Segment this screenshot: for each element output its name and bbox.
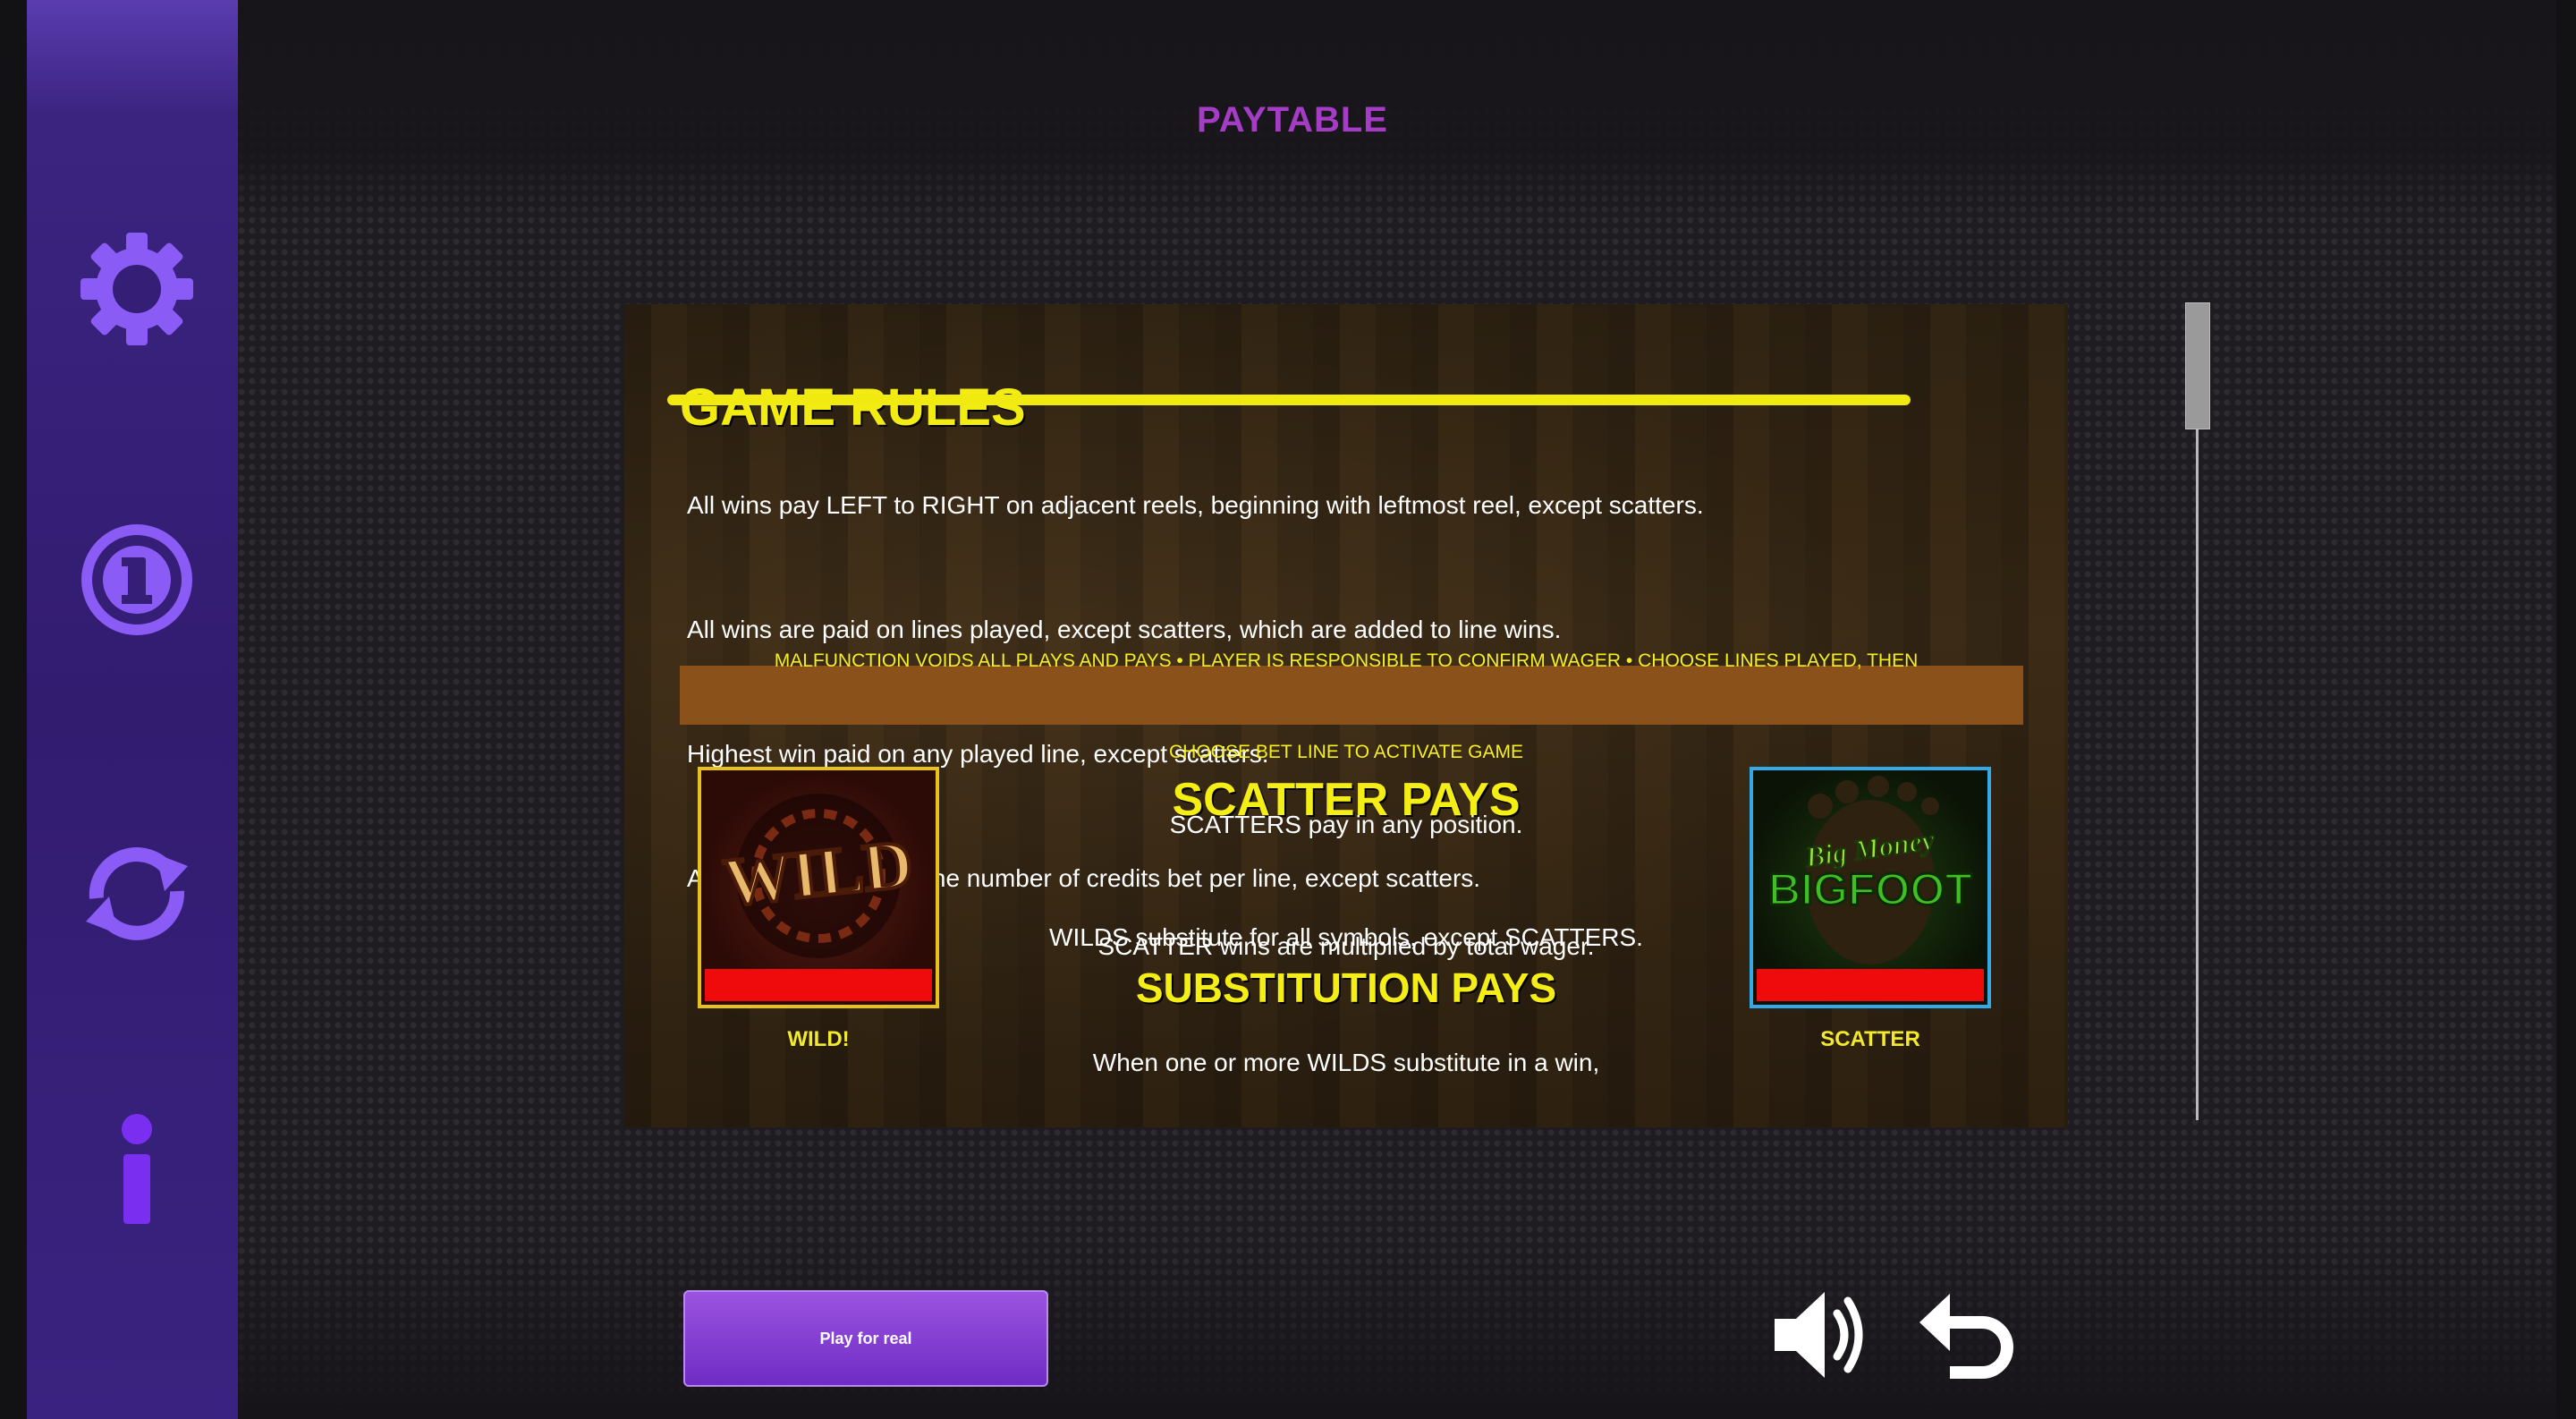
wild-label: WILD! [787,1027,850,1051]
malfunction-notice-2: CHOOSE BET LINE TO ACTIVATE GAME [1169,742,1523,762]
play-for-real-button[interactable]: Play for real [683,1290,1048,1387]
refresh-icon [86,847,188,940]
scatter-art-text-bottom: BIGFOOT [1768,864,1972,914]
scatter-symbol: Big Money BIGFOOT [1750,767,1991,1008]
refresh-button[interactable] [79,836,195,952]
malfunction-notice: MALFUNCTION VOIDS ALL PLAYS AND PAYS • P… [774,650,1919,671]
malfunction-band [680,666,2023,725]
bottom-shade [238,1244,2558,1419]
wild-red-strip [705,969,932,1001]
bigfoot-art: Big Money BIGFOOT [1767,776,1973,964]
right-edge [2556,0,2576,1419]
info-button[interactable] [79,1111,195,1228]
page-title: PAYTABLE [1197,100,1388,140]
wild-symbol: WILD [698,767,939,1008]
left-edge [0,0,27,1419]
scatter-red-strip [1757,969,1984,1001]
scatter-label: SCATTER [1820,1027,1920,1051]
sidebar [27,0,238,1419]
back-button[interactable] [1914,1281,2021,1389]
speaker-icon [1775,1292,1863,1378]
gear-icon [80,233,193,345]
wild-art: WILD [718,794,918,958]
rules-title: GAME RULES [680,378,1026,437]
title-underline-bar [667,395,1911,405]
scrollbar-thumb[interactable] [2185,302,2210,429]
coin-button[interactable] [79,522,195,638]
coin-icon [81,524,192,635]
info-icon [122,1114,152,1224]
paytable-panel[interactable]: GAME RULES All wins pay LEFT to RIGHT on… [624,304,2068,1127]
rule-line: All wins are paid on lines played, excep… [687,616,1562,643]
rule-line: All wins pay LEFT to RIGHT on adjacent r… [687,491,1704,519]
sound-button[interactable] [1766,1281,1873,1389]
substitution-pays-line: When one or more WILDS substitute in a w… [1092,1049,1600,1076]
settings-button[interactable] [79,231,195,347]
undo-arrow-icon [1919,1294,2013,1379]
